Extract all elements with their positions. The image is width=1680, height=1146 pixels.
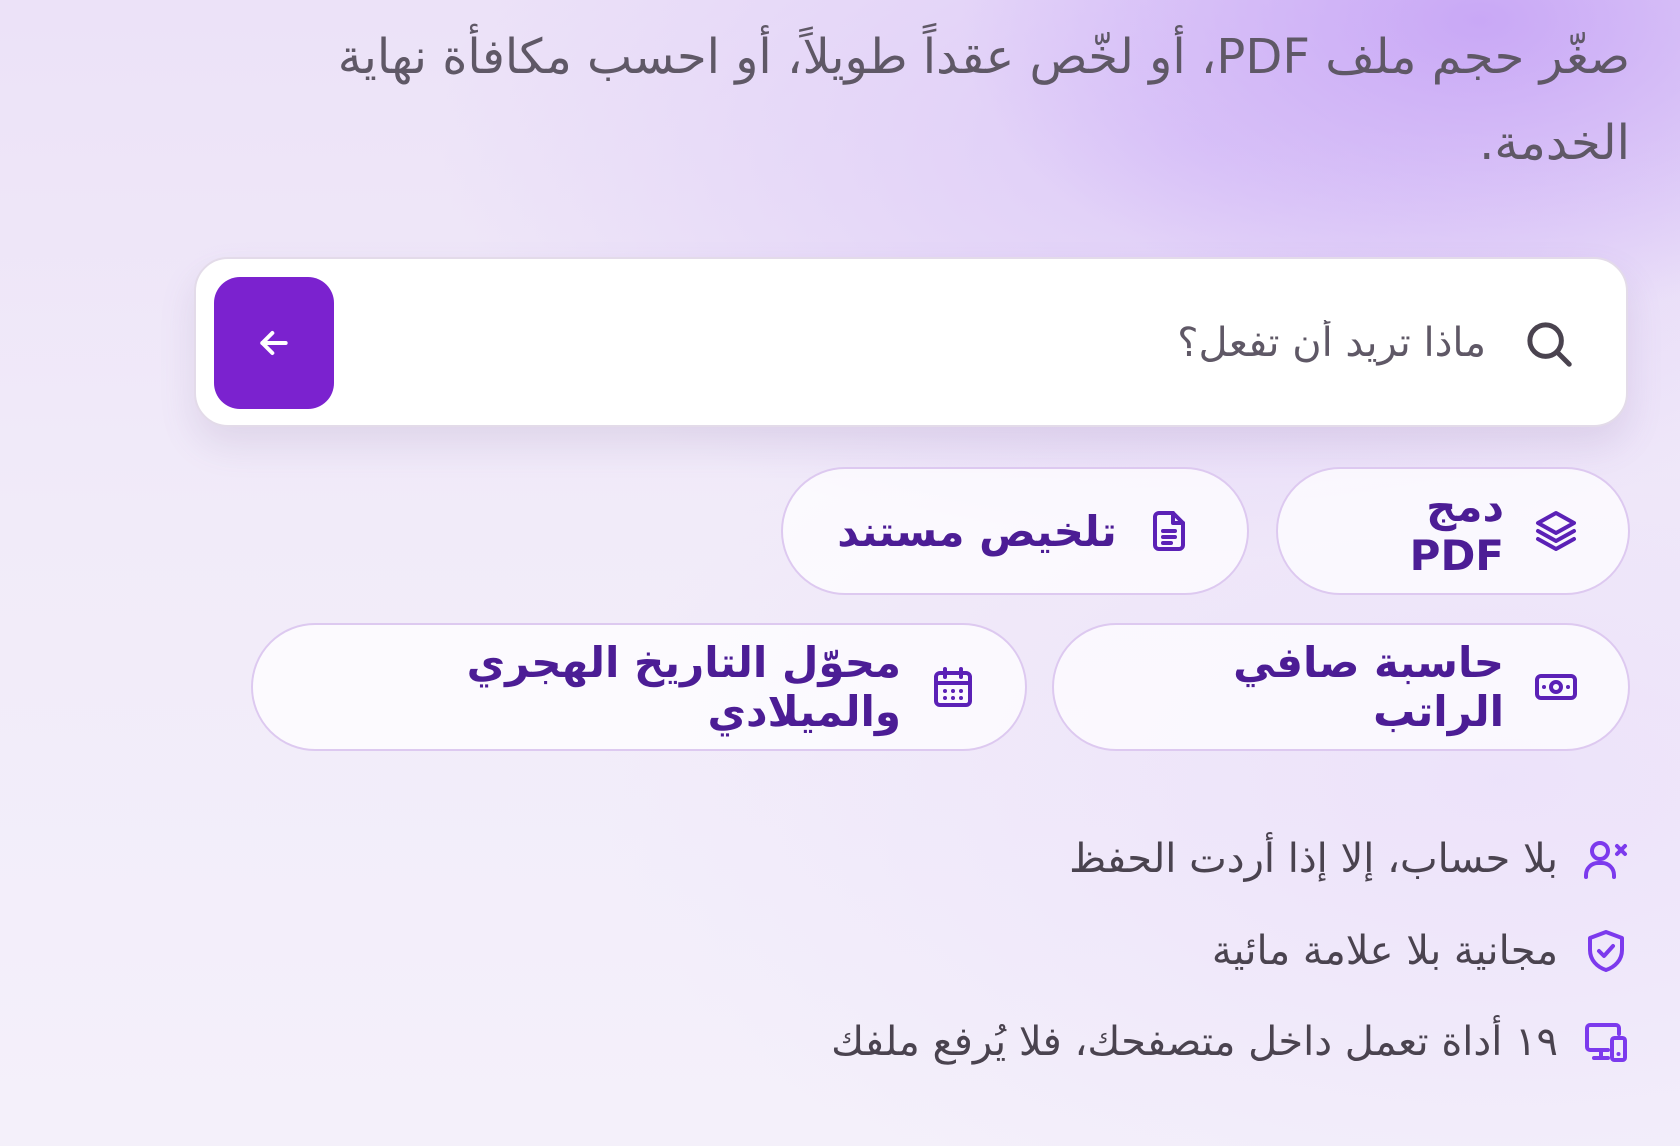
calendar-icon <box>934 667 972 707</box>
search-input[interactable] <box>484 299 1488 387</box>
shield-check-icon <box>1588 930 1624 972</box>
feature-text: ١٩ أداة تعمل داخل متصفحك، فلا يُرفع ملفك <box>831 1019 1558 1065</box>
layers-icon <box>1536 511 1576 551</box>
cash-icon <box>1535 674 1577 700</box>
quick-action-label: تلخيص مستند <box>837 506 1117 556</box>
feature-in-browser-tools: ١٩ أداة تعمل داخل متصفحك، فلا يُرفع ملفك <box>831 1012 1630 1072</box>
feature-text: مجانية بلا علامة مائية <box>1211 928 1558 974</box>
hero-section: صغّر حجم ملف PDF، أو لخّص عقداً طويلاً، … <box>0 0 1680 1146</box>
feature-no-account: بلا حساب، إلا إذا أردت الحفظ <box>1069 829 1630 889</box>
quick-action-merge-pdf[interactable]: دمج PDF <box>1276 467 1630 595</box>
quick-action-label: محوّل التاريخ الهجري والميلادي <box>466 638 901 736</box>
devices-icon <box>1585 1023 1627 1062</box>
user-x-icon <box>1584 841 1627 879</box>
feature-free-no-watermark: مجانية بلا علامة مائية <box>1212 921 1630 981</box>
arrow-left-icon <box>260 331 288 355</box>
search-bar <box>194 257 1628 427</box>
quick-action-net-salary-calculator[interactable]: حاسبة صافي الراتب <box>1052 623 1630 751</box>
search-submit-button[interactable] <box>214 277 334 409</box>
search-icon <box>1522 317 1576 371</box>
quick-action-label: حاسبة صافي الراتب <box>1233 638 1504 736</box>
document-text-icon <box>1152 511 1185 551</box>
hero-subtitle: صغّر حجم ملف PDF، أو لخّص عقداً طويلاً، … <box>337 29 1630 171</box>
feature-text: بلا حساب، إلا إذا أردت الحفظ <box>1069 836 1558 882</box>
quick-action-label: دمج PDF <box>1409 482 1504 580</box>
quick-action-hijri-gregorian-converter[interactable]: محوّل التاريخ الهجري والميلادي <box>251 623 1027 751</box>
quick-action-summarize-document[interactable]: تلخيص مستند <box>781 467 1249 595</box>
